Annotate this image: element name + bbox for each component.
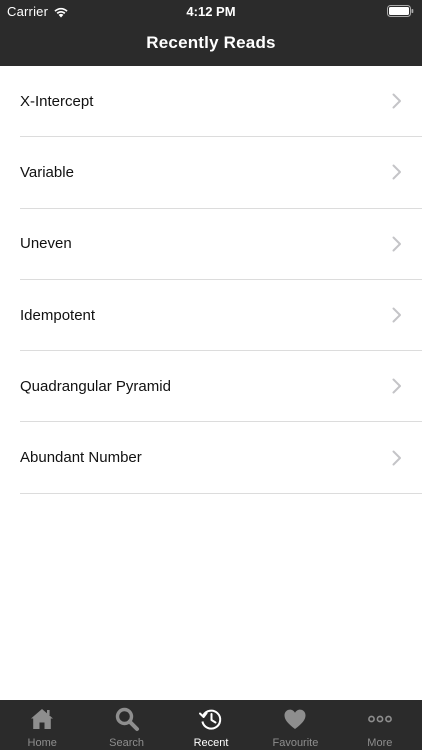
history-icon bbox=[199, 709, 222, 730]
tab-home[interactable]: Home bbox=[0, 700, 84, 750]
heart-icon bbox=[284, 709, 306, 729]
tab-more[interactable]: More bbox=[338, 700, 422, 750]
tab-recent[interactable]: Recent bbox=[169, 700, 253, 750]
tab-home-label: Home bbox=[27, 737, 57, 749]
list-item[interactable]: Quadrangular Pyramid bbox=[20, 351, 422, 423]
navigation-header: Carrier 4:12 PM Recently Reads bbox=[0, 0, 422, 66]
list-item-label: Variable bbox=[20, 163, 74, 181]
search-icon bbox=[115, 707, 139, 731]
list-item[interactable]: Uneven bbox=[20, 209, 422, 280]
list-item-label: Quadrangular Pyramid bbox=[20, 377, 171, 395]
page-title: Recently Reads bbox=[146, 33, 276, 52]
tab-favourite-label: Favourite bbox=[272, 737, 319, 749]
list-item[interactable]: Idempotent bbox=[20, 280, 422, 352]
chevron-right-icon bbox=[392, 236, 401, 252]
list-item[interactable]: Abundant Number bbox=[20, 422, 422, 494]
home-icon bbox=[31, 709, 54, 729]
tab-search[interactable]: Search bbox=[84, 700, 168, 750]
chevron-right-icon bbox=[392, 450, 401, 466]
status-bar: Carrier 4:12 PM bbox=[0, 0, 422, 22]
tab-more-label: More bbox=[367, 737, 393, 749]
list-item[interactable]: X-Intercept bbox=[20, 66, 422, 138]
status-time: 4:12 PM bbox=[186, 4, 236, 19]
tab-favourite[interactable]: Favourite bbox=[253, 700, 337, 750]
chevron-right-icon bbox=[392, 307, 401, 323]
tab-search-label: Search bbox=[109, 737, 145, 749]
more-icon bbox=[367, 715, 392, 723]
chevron-right-icon bbox=[392, 164, 401, 180]
list-item-label: Idempotent bbox=[20, 306, 96, 324]
recent-reads-list: X-Intercept Variable Uneven Idempotent Q… bbox=[0, 66, 422, 494]
list-item-label: X-Intercept bbox=[20, 92, 94, 110]
tab-recent-label: Recent bbox=[193, 737, 229, 749]
tab-bar: Home Search Recent Favourite More bbox=[0, 700, 422, 750]
battery-icon bbox=[387, 5, 414, 17]
chevron-right-icon bbox=[392, 93, 401, 109]
chevron-right-icon bbox=[392, 378, 401, 394]
list-item-label: Uneven bbox=[20, 235, 72, 253]
list-item-label: Abundant Number bbox=[20, 449, 142, 467]
list-item[interactable]: Variable bbox=[20, 137, 422, 209]
